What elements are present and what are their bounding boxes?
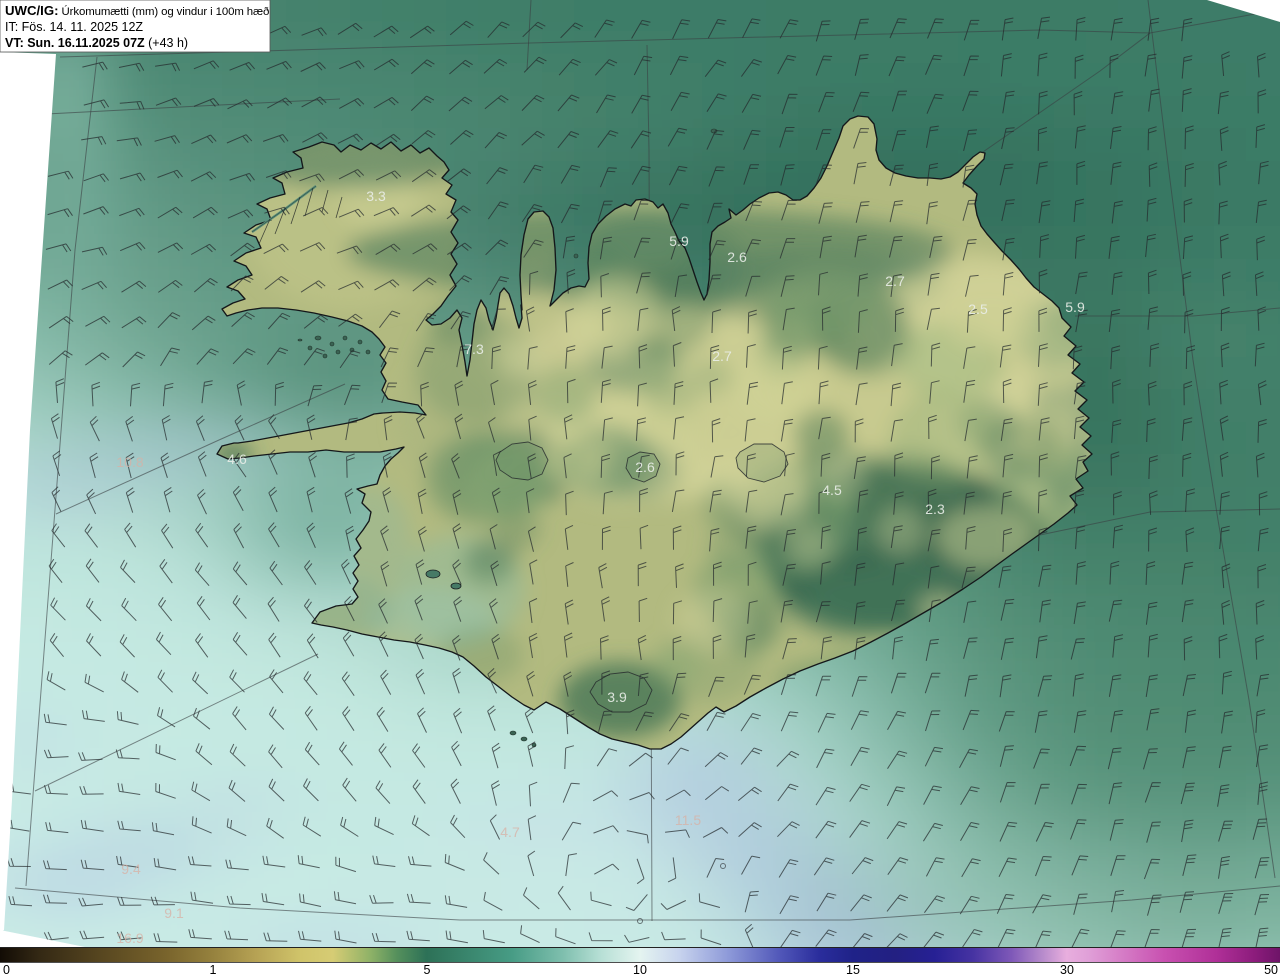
svg-text:15: 15 [846, 963, 860, 977]
svg-text:VT: Sun. 16.11.2025 07Z (+43 h: VT: Sun. 16.11.2025 07Z (+43 h) [5, 36, 188, 50]
svg-text:2.6: 2.6 [635, 459, 655, 475]
svg-text:2.7: 2.7 [712, 348, 732, 364]
svg-text:1: 1 [210, 963, 217, 977]
svg-text:10.8: 10.8 [116, 454, 143, 470]
svg-text:4.6: 4.6 [227, 451, 247, 467]
svg-text:4.7: 4.7 [500, 824, 520, 840]
svg-text:2.3: 2.3 [925, 501, 945, 517]
svg-text:50: 50 [1264, 963, 1278, 977]
svg-text:3.9: 3.9 [607, 689, 627, 705]
svg-text:9.1: 9.1 [164, 905, 184, 921]
svg-text:2.5: 2.5 [968, 301, 988, 317]
svg-text:2.6: 2.6 [727, 249, 747, 265]
svg-text:5.9: 5.9 [1065, 299, 1085, 315]
svg-text:11.5: 11.5 [675, 812, 701, 828]
svg-text:0: 0 [3, 963, 10, 977]
svg-text:9.4: 9.4 [121, 861, 141, 877]
svg-text:5: 5 [424, 963, 431, 977]
svg-text:4.5: 4.5 [822, 482, 842, 498]
svg-text:7.3: 7.3 [464, 341, 484, 357]
svg-text:3.3: 3.3 [366, 188, 386, 204]
svg-text:UWC/IG: Úrkomumætti (mm) og vi: UWC/IG: Úrkomumætti (mm) og vindur i 100… [5, 3, 269, 18]
svg-text:16.9: 16.9 [116, 930, 143, 946]
svg-text:30: 30 [1060, 963, 1074, 977]
svg-text:2.7: 2.7 [885, 273, 905, 289]
svg-text:5.9: 5.9 [669, 233, 689, 249]
svg-text:10: 10 [633, 963, 647, 977]
svg-text:IT: Fös. 14. 11. 2025 12Z: IT: Fös. 14. 11. 2025 12Z [5, 20, 143, 34]
